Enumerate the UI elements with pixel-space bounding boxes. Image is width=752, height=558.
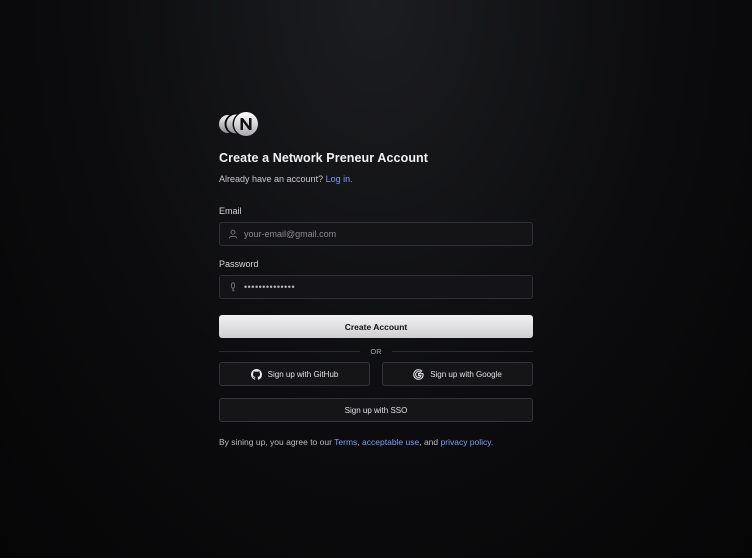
key-icon <box>228 282 238 292</box>
signup-card: Create a Network Preneur Account Already… <box>219 110 533 447</box>
github-signup-button[interactable]: Sign up with GitHub <box>219 362 370 386</box>
email-placeholder: your-email@gmail.com <box>244 229 337 239</box>
github-icon <box>250 368 262 380</box>
terms-notice: By sining up, you agree to our Terms, ac… <box>219 437 533 447</box>
or-label: OR <box>370 347 382 356</box>
or-divider: OR <box>219 347 533 356</box>
acceptable-use-link[interactable]: acceptable use <box>362 437 419 447</box>
google-signup-button[interactable]: Sign up with Google <box>382 362 533 386</box>
email-label: Email <box>219 206 242 216</box>
email-group: Email your-email@gmail.com <box>219 206 533 246</box>
social-buttons: Sign up with GitHub Sign up with Google <box>219 362 533 386</box>
terms-suffix: . <box>490 437 494 447</box>
google-signup-label: Sign up with Google <box>430 369 502 379</box>
password-label: Password <box>219 259 259 269</box>
login-prompt-text: Already have an account? <box>219 174 324 184</box>
sso-signup-button[interactable]: Sign up with SSO <box>219 398 533 422</box>
password-group: Password •••••••••••••• <box>219 259 533 299</box>
divider-line-left <box>219 351 361 352</box>
divider-line-right <box>391 351 533 352</box>
create-account-button[interactable]: Create Account <box>219 315 533 338</box>
user-icon <box>228 229 238 239</box>
sso-signup-label: Sign up with SSO <box>344 405 408 415</box>
github-signup-label: Sign up with GitHub <box>267 369 339 379</box>
logo-icon <box>219 110 261 138</box>
terms-separator-1: , <box>357 437 360 447</box>
google-icon <box>413 368 424 380</box>
page-title: Create a Network Preneur Account <box>219 151 429 165</box>
login-prompt: Already have an account? Log in. <box>219 174 533 184</box>
password-value: •••••••••••••• <box>244 282 296 292</box>
privacy-policy-link[interactable]: privacy policy <box>441 437 491 447</box>
terms-prefix: By sining up, you agree to our <box>219 437 332 447</box>
terms-link[interactable]: Terms <box>334 437 357 447</box>
email-field[interactable]: your-email@gmail.com <box>219 222 533 246</box>
login-link[interactable]: Log in. <box>326 174 353 184</box>
terms-separator-2: , and <box>419 437 439 447</box>
password-field[interactable]: •••••••••••••• <box>219 275 533 299</box>
